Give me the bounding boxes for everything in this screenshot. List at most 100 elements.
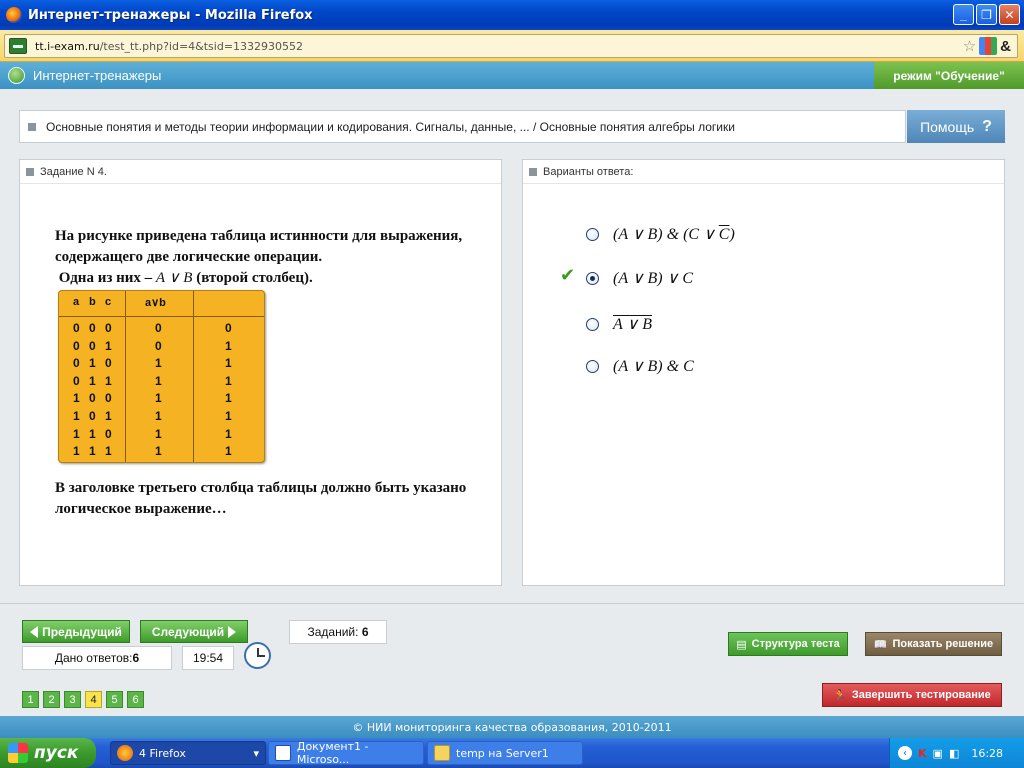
url-input[interactable]: tt.i-exam.ru/test_tt.php?id=4&tsid=13329…: [4, 34, 1018, 58]
ampersand-icon[interactable]: &: [1000, 38, 1011, 55]
page-button-5[interactable]: 5: [106, 691, 123, 708]
answer-formula: (A ∨ B) & (C ∨ C): [613, 224, 735, 244]
answered-box: Дано ответов: 6: [22, 646, 172, 670]
timer-box: 19:54: [182, 646, 234, 670]
truth-table-cell: 1: [89, 373, 96, 388]
truth-table: a b c a∨b 0 0 0 0 0 0 0 1 0 1 0 1 0 1 1 0 1 1 1 1 1 0 0 1 1 1 0 1 1 1 1 1 0 1…: [58, 290, 265, 463]
answer-option[interactable]: (A ∨ B) ∨ C: [586, 268, 693, 288]
task-header: Задание N 4.: [40, 165, 107, 178]
next-button[interactable]: Следующий: [140, 620, 248, 643]
truth-table-cell: 0: [105, 356, 112, 371]
truth-table-cell: 1: [155, 444, 162, 459]
radio-button[interactable]: [586, 271, 599, 285]
answer-option[interactable]: (A ∨ B) & C: [586, 356, 694, 376]
topic-text: Основные понятия и методы теории информа…: [46, 119, 735, 134]
truth-table-cell: 1: [225, 426, 232, 441]
truth-table-cell: 1: [105, 409, 112, 423]
truth-table-header: a: [73, 296, 80, 308]
prev-button[interactable]: Предыдущий: [22, 620, 130, 643]
question-icon: ?: [982, 117, 992, 135]
windows-logo-icon: [8, 743, 28, 763]
system-tray: ‹ K ▣ ◧ 16:28: [889, 738, 1024, 768]
maximize-button[interactable]: ❐: [976, 4, 997, 25]
finish-test-button[interactable]: 🏃 Завершить тестирование: [822, 683, 1002, 707]
help-button[interactable]: Помощь ?: [907, 110, 1005, 143]
task-text-line2b: (второй столбец).: [196, 270, 313, 286]
answer-option[interactable]: A ∨ B: [586, 314, 652, 334]
bullet-square-icon: [28, 122, 36, 131]
taskbar-item-word[interactable]: Документ1 - Microso...: [268, 740, 424, 766]
google-toolbar-icon[interactable]: [979, 37, 998, 55]
finish-test-label: Завершить тестирование: [851, 689, 991, 701]
truth-table-cell: 1: [89, 426, 96, 441]
truth-table-cell: 1: [155, 409, 162, 423]
prev-label: Предыдущий: [42, 624, 122, 639]
task-text-line1: На рисунке приведена таблица истинности …: [55, 228, 463, 265]
page-button-3[interactable]: 3: [64, 691, 81, 708]
answer-formula: (A ∨ B) & C: [613, 356, 694, 376]
taskbar-item-firefox[interactable]: 4 Firefox ▾: [110, 741, 266, 765]
volume-icon[interactable]: ◧: [949, 747, 959, 760]
truth-table-cell: 1: [105, 338, 112, 353]
close-button[interactable]: ✕: [999, 4, 1020, 25]
truth-table-cell: 0: [155, 321, 162, 335]
folder-icon: [434, 745, 450, 761]
answer-option[interactable]: (A ∨ B) & (C ∨ C): [586, 224, 735, 244]
show-solution-button[interactable]: 📖 Показать решение: [865, 632, 1002, 656]
answer-formula-part: (A ∨ B) & C: [613, 358, 694, 375]
back-arrow-icon[interactable]: ‹: [898, 746, 912, 760]
exit-running-icon: 🏃: [833, 689, 847, 702]
truth-table-cell: 0: [105, 321, 112, 335]
truth-table-cell: 1: [225, 356, 232, 371]
truth-table-cell: 1: [73, 426, 80, 441]
truth-table-cell: 1: [105, 444, 112, 459]
next-label: Следующий: [151, 624, 225, 639]
page-button-1[interactable]: 1: [22, 691, 39, 708]
site-favicon-icon: [9, 38, 27, 54]
page-button-2[interactable]: 2: [43, 691, 60, 708]
start-button[interactable]: пуск: [0, 738, 96, 768]
topic-bar: Основные понятия и методы теории информа…: [19, 110, 906, 143]
page-button-6[interactable]: 6: [127, 691, 144, 708]
task-text-line2a: Одна из них –: [58, 270, 153, 286]
task-panel: Задание N 4. На рисунке приведена таблиц…: [19, 159, 502, 586]
truth-table-cell: 0: [73, 338, 80, 353]
truth-table-cell: 1: [155, 373, 162, 388]
page-button-4[interactable]: 4: [85, 691, 102, 708]
answer-formula-negated: C: [718, 226, 730, 243]
firefox-icon: [117, 745, 133, 761]
answers-panel: Варианты ответа: (A ∨ B) & (C ∨ C) ✔ (A ∨ …: [522, 159, 1005, 586]
radio-button[interactable]: [586, 227, 599, 241]
bookmark-star-icon[interactable]: ☆: [963, 37, 976, 55]
tasks-count: 6: [361, 625, 369, 639]
radio-button[interactable]: [586, 317, 599, 331]
truth-table-cell: 1: [225, 409, 232, 423]
clock-icon: [244, 642, 271, 669]
list-icon: ▤: [736, 638, 747, 651]
taskbar-item-folder[interactable]: temp на Server1: [427, 741, 583, 765]
truth-table-cell: 0: [73, 356, 80, 371]
antivirus-icon[interactable]: K: [918, 747, 927, 760]
taskbar: пуск 4 Firefox ▾ Документ1 - Microso... …: [0, 738, 1024, 768]
truth-table-cell: 0: [89, 321, 96, 335]
firefox-icon: [6, 7, 22, 23]
network-icon[interactable]: ▣: [933, 747, 943, 760]
window-title: Интернет-тренажеры - Mozilla Firefox: [28, 7, 313, 23]
mode-badge: режим "Обучение": [874, 62, 1024, 89]
truth-table-cell: 1: [155, 391, 162, 406]
book-icon: 📖: [873, 638, 888, 651]
minimize-button[interactable]: _: [953, 4, 974, 25]
truth-table-cell: 1: [225, 444, 232, 459]
answer-formula-part: (A ∨ B) & (C ∨: [613, 226, 719, 243]
word-document-icon: [275, 745, 291, 761]
tasks-count-box: Заданий: 6: [289, 620, 387, 644]
truth-table-cell: 0: [89, 338, 96, 353]
bullet-square-icon: [529, 167, 537, 176]
test-structure-button[interactable]: ▤ Структура теста: [728, 632, 848, 656]
system-clock: 16:28: [971, 746, 1004, 760]
correct-check-icon: ✔: [560, 265, 576, 285]
radio-button[interactable]: [586, 359, 599, 373]
truth-table-cell: 0: [105, 426, 112, 441]
answer-formula-part: ): [729, 226, 735, 243]
window-title-bar: Интернет-тренажеры - Mozilla Firefox _ ❐…: [0, 0, 1024, 30]
